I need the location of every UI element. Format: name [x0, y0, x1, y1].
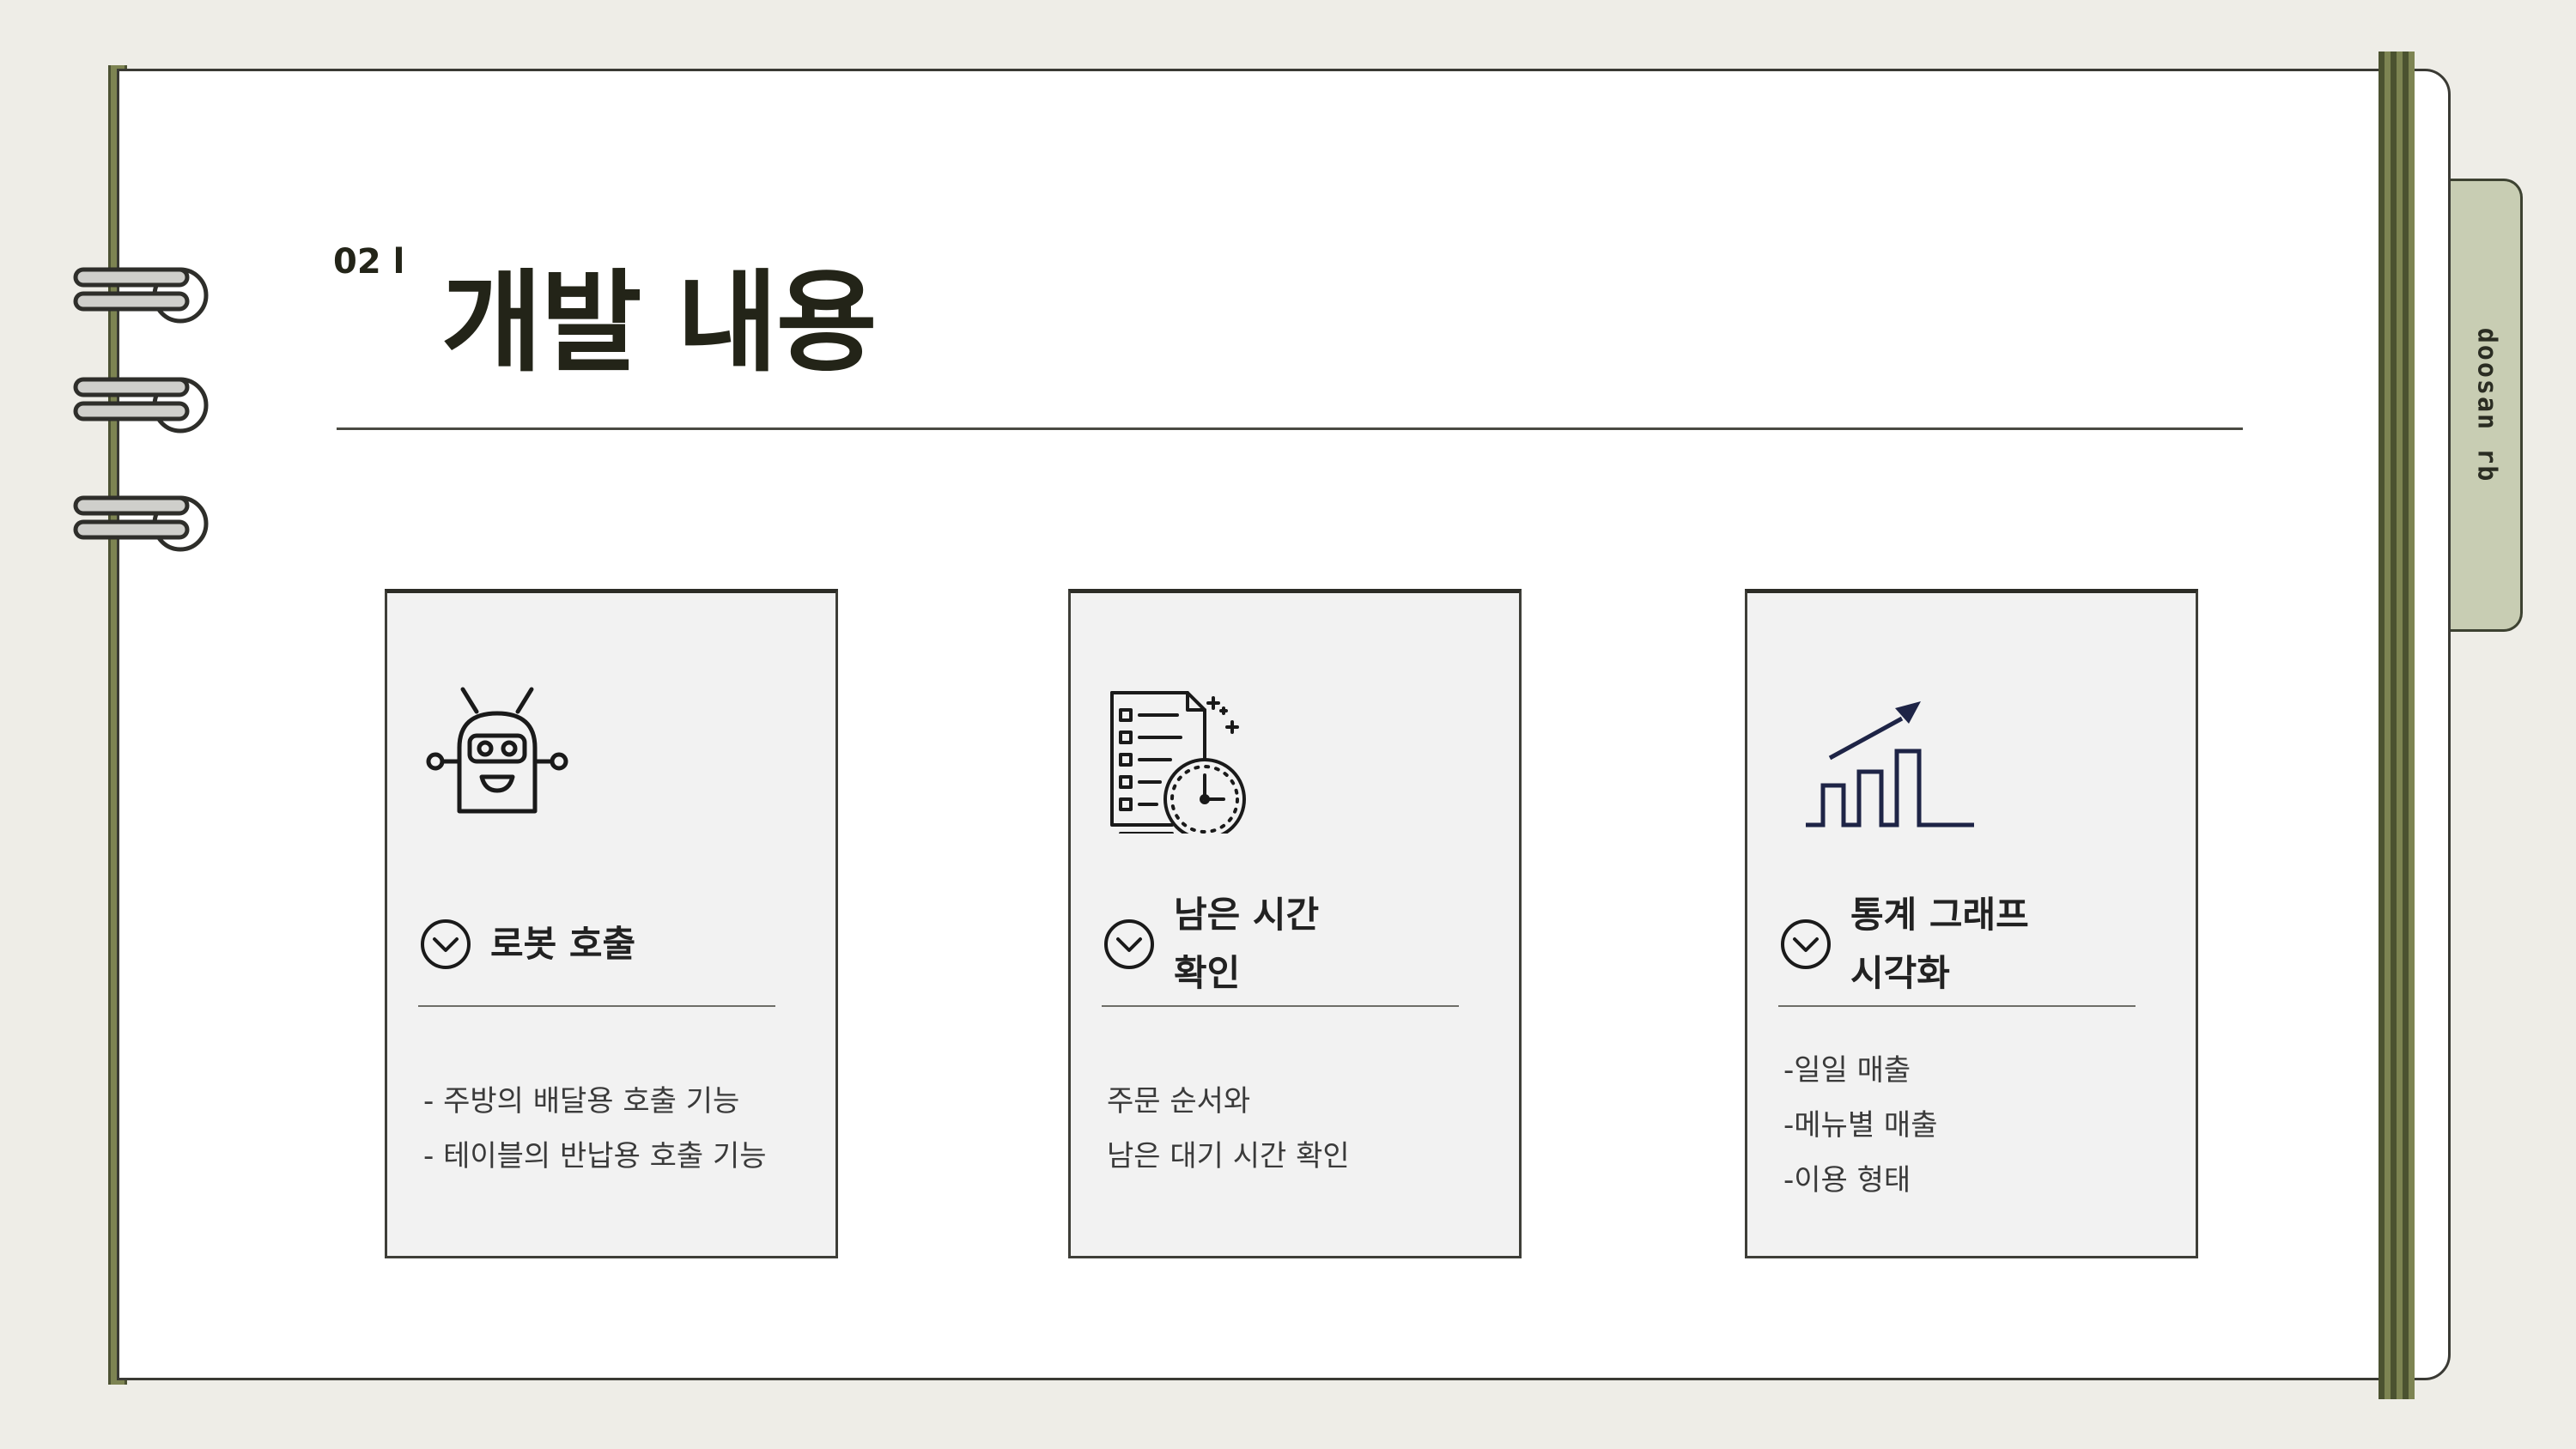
card-heading-row: 로봇 호출 — [420, 882, 806, 1007]
card-description-line: 남은 대기 시간 확인 — [1107, 1139, 1350, 1173]
chevron-down-circle-icon[interactable] — [420, 919, 471, 970]
card-heading-line: 확인 — [1174, 952, 1241, 994]
robot-icon — [426, 687, 568, 814]
binder-ring-icon — [73, 267, 209, 324]
notebook-right-binder — [2379, 52, 2415, 1399]
card-heading-line: 시각화 — [1850, 952, 1950, 994]
bar-chart-growth-icon — [1806, 701, 1974, 828]
card-description-line: -이용 형태 — [1783, 1163, 1911, 1197]
section-number: 02 l — [333, 242, 405, 282]
side-tab-label: doosan rb — [2471, 327, 2502, 483]
card-heading-row: 통계 그래프 시각화 — [1780, 882, 2166, 1007]
card-heading: 로봇 호출 — [490, 915, 635, 973]
card-heading-line: 남은 시간 — [1174, 894, 1320, 936]
card-description-line: - 주방의 배달용 호출 기능 — [423, 1084, 740, 1119]
page-title: 개발 내용 — [441, 259, 878, 387]
binder-ring-icon — [73, 377, 209, 433]
card-description-line: - 테이블의 반납용 호출 기능 — [423, 1139, 767, 1173]
card-heading-row: 남은 시간 확인 — [1103, 882, 1490, 1007]
feature-card-statistics-graph: 통계 그래프 시각화 -일일 매출 -메뉴별 매출 -이용 형태 — [1745, 589, 2198, 1258]
chevron-down-circle-icon[interactable] — [1103, 919, 1155, 970]
chevron-down-circle-icon[interactable] — [1780, 919, 1832, 970]
card-description: -일일 매출 -메뉴별 매출 -이용 형태 — [1783, 1043, 2178, 1208]
card-description-line: -일일 매출 — [1783, 1053, 1911, 1088]
card-divider — [1102, 1005, 1459, 1007]
card-heading-line: 통계 그래프 — [1850, 894, 2029, 936]
card-heading: 남은 시간 확인 — [1174, 886, 1319, 1003]
card-divider — [1778, 1005, 2136, 1007]
title-divider — [337, 427, 2243, 430]
card-description: - 주방의 배달용 호출 기능 - 테이블의 반납용 호출 기능 — [423, 1074, 818, 1184]
card-heading: 통계 그래프 시각화 — [1850, 886, 2029, 1003]
card-description-line: -메뉴별 매출 — [1783, 1108, 1938, 1143]
card-divider — [418, 1005, 775, 1007]
checklist-clock-icon — [1110, 691, 1246, 834]
card-heading-line: 로봇 호출 — [490, 923, 636, 965]
binder-ring-icon — [73, 495, 209, 552]
card-description: 주문 순서와 남은 대기 시간 확인 — [1107, 1074, 1502, 1184]
feature-card-robot-call: 로봇 호출 - 주방의 배달용 호출 기능 - 테이블의 반납용 호출 기능 — [385, 589, 838, 1258]
feature-card-remaining-time: 남은 시간 확인 주문 순서와 남은 대기 시간 확인 — [1068, 589, 1522, 1258]
card-description-line: 주문 순서와 — [1107, 1084, 1251, 1119]
